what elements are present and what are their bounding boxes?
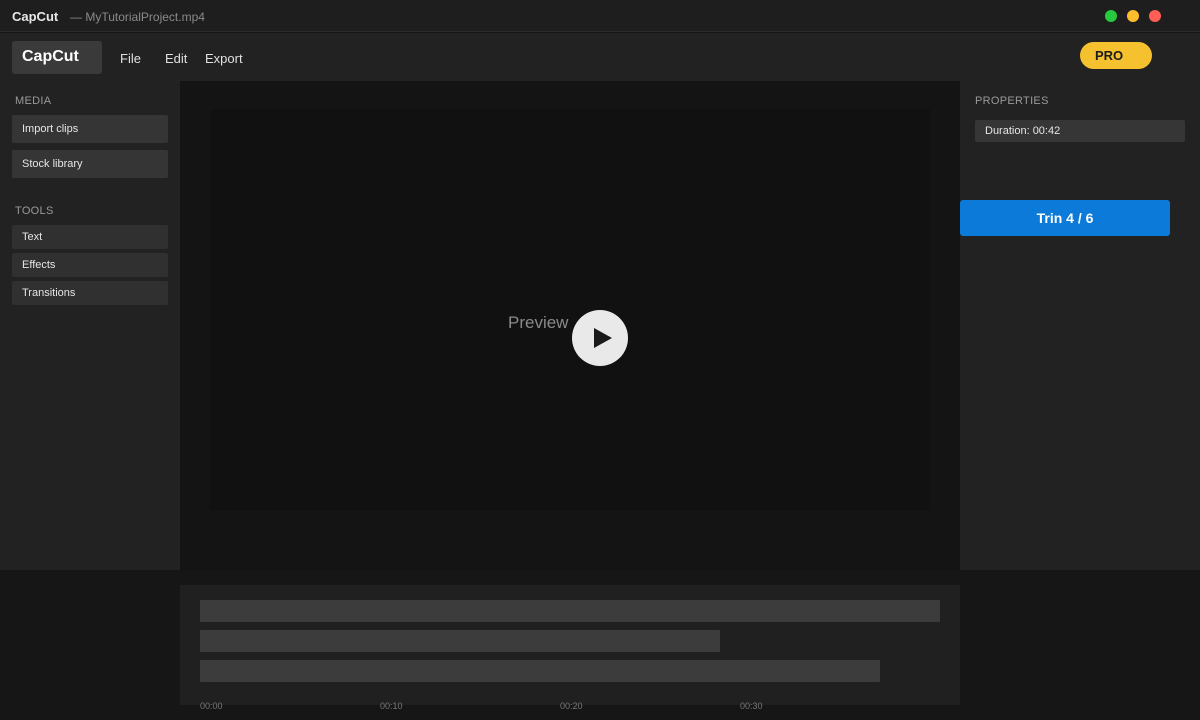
logo-text: CapCut xyxy=(22,48,79,65)
menu-file[interactable]: File xyxy=(120,51,141,66)
minimize-button[interactable] xyxy=(1127,10,1139,22)
properties-title: PROPERTIES xyxy=(975,95,1049,107)
timeline-track[interactable] xyxy=(200,600,940,622)
trim-button[interactable]: Trin 4 / 6 xyxy=(960,200,1170,236)
stock-library-button[interactable]: Stock library xyxy=(12,150,168,178)
timeline-tick: 00:30 xyxy=(740,701,763,711)
timeline-tick: 00:10 xyxy=(380,701,403,711)
maximize-button[interactable] xyxy=(1105,10,1117,22)
window-file-name: — MyTutorialProject.mp4 xyxy=(70,10,205,24)
properties-panel: PROPERTIES Duration: 00:42 Trin 4 / 6 xyxy=(960,81,1200,570)
text-tool-button[interactable]: Text xyxy=(12,225,168,249)
media-section-title: MEDIA xyxy=(15,95,52,107)
timeline-track[interactable] xyxy=(200,630,720,652)
play-icon xyxy=(594,328,612,348)
close-button[interactable] xyxy=(1149,10,1161,22)
preview-canvas[interactable]: Preview xyxy=(210,109,930,511)
preview-area: Preview xyxy=(180,81,960,570)
pro-button[interactable]: PRO xyxy=(1080,42,1152,69)
play-button[interactable] xyxy=(572,310,628,366)
app-logo: CapCut xyxy=(12,41,102,74)
menu-edit[interactable]: Edit xyxy=(165,51,187,66)
duration-field: Duration: 00:42 xyxy=(975,120,1185,142)
window-app-name: CapCut xyxy=(12,9,59,24)
left-sidebar: MEDIA Import clips Stock library TOOLS T… xyxy=(0,81,180,570)
tools-section-title: TOOLS xyxy=(15,205,54,217)
title-bar: CapCut — MyTutorialProject.mp4 xyxy=(0,0,1200,32)
timeline-tick: 00:00 xyxy=(200,701,223,711)
import-clips-button[interactable]: Import clips xyxy=(12,115,168,143)
preview-label: Preview xyxy=(508,313,569,332)
timeline xyxy=(180,585,960,705)
capcut-window: CapCut — MyTutorialProject.mp4 CapCut Fi… xyxy=(0,0,1200,720)
timeline-track[interactable] xyxy=(200,660,880,682)
menu-export[interactable]: Export xyxy=(205,51,243,66)
transitions-tool-button[interactable]: Transitions xyxy=(12,281,168,305)
menu-bar: CapCut File Edit Export PRO xyxy=(0,33,1200,81)
effects-tool-button[interactable]: Effects xyxy=(12,253,168,277)
timeline-tick: 00:20 xyxy=(560,701,583,711)
